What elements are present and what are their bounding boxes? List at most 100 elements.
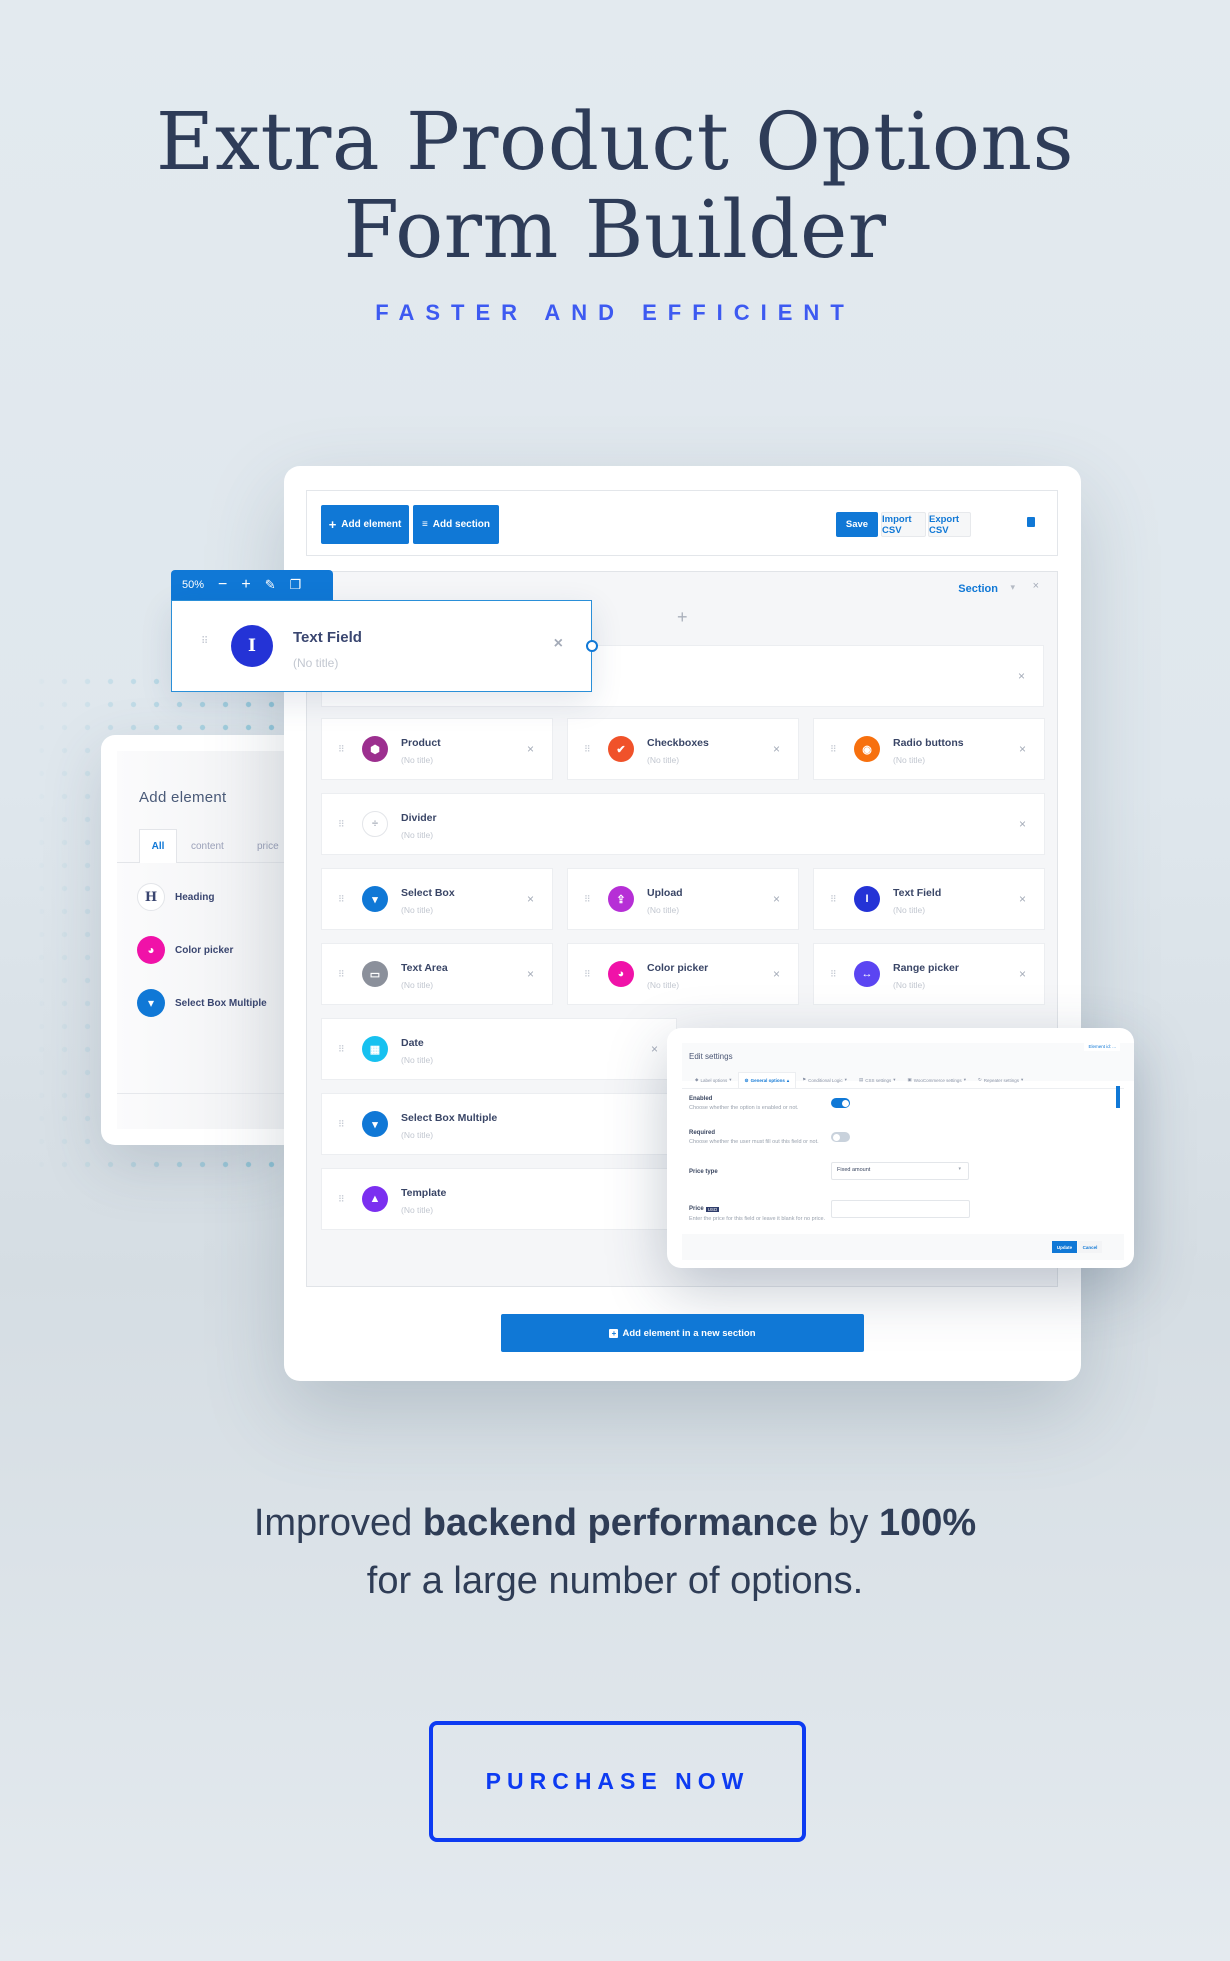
scrollbar-thumb[interactable] — [1116, 1086, 1120, 1108]
panel-footer-divider — [117, 1093, 285, 1094]
hero-subtitle: FASTER AND EFFICIENT — [375, 300, 855, 325]
add-item-color-picker[interactable]: ◕ Color picker — [137, 936, 233, 964]
cancel-button[interactable]: Cancel — [1078, 1241, 1102, 1253]
drag-handle-icon[interactable]: ⠿ — [338, 1195, 346, 1204]
edit-tab[interactable]: ↻ Repeater settings ▾ — [972, 1072, 1029, 1088]
drag-handle-icon[interactable]: ⠿ — [584, 745, 592, 754]
element-card[interactable]: ⠿ ↔ Range picker (No title) × — [813, 943, 1045, 1005]
close-icon[interactable]: × — [1018, 669, 1025, 683]
element-subtitle: (No title) — [893, 755, 926, 765]
tab-label: General options — [750, 1078, 785, 1083]
close-icon[interactable]: × — [773, 892, 780, 906]
save-button[interactable]: Save — [836, 512, 878, 537]
chevron-down-icon: ▾ — [958, 1166, 961, 1172]
drag-handle-icon[interactable]: ⠿ — [338, 1120, 346, 1129]
edit-tab[interactable]: ⚙ General options ▴ — [737, 1072, 797, 1088]
edit-icon[interactable]: ✎ — [265, 577, 276, 593]
resize-handle[interactable] — [586, 640, 598, 652]
drag-handle-icon[interactable]: ⠿ — [338, 1045, 346, 1054]
add-column-plus-icon[interactable]: + — [677, 607, 688, 628]
element-subtitle: (No title) — [647, 980, 680, 990]
element-card[interactable]: ⠿ ✔ Checkboxes (No title) × — [567, 718, 799, 780]
element-subtitle: (No title) — [893, 905, 926, 915]
add-item-select-box-multiple[interactable]: ▾ Select Box Multiple — [137, 989, 267, 1017]
section-label[interactable]: Section — [958, 583, 998, 595]
drag-handle-icon[interactable]: ⠿ — [584, 970, 592, 979]
drag-handle-icon[interactable]: ⠿ — [584, 895, 592, 904]
floating-card-title: Text Field — [293, 629, 362, 646]
drag-handle-icon[interactable]: ⠿ — [830, 745, 838, 754]
tab-label: Conditional Logic — [808, 1077, 843, 1083]
tab-price[interactable]: price — [257, 841, 279, 852]
close-icon[interactable]: × — [1019, 967, 1026, 981]
element-card[interactable]: ⠿ ⬢ Product (No title) × — [321, 718, 553, 780]
edit-tab[interactable]: ▣ WooCommerce settings ▾ — [901, 1072, 971, 1088]
edit-tab[interactable]: ▤ CSS settings ▾ — [853, 1072, 902, 1088]
close-icon[interactable]: × — [527, 742, 534, 756]
add-item-heading[interactable]: H Heading — [137, 883, 214, 911]
element-card[interactable]: ⠿ ▾ Select Box (No title) × — [321, 868, 553, 930]
close-icon[interactable]: × — [527, 892, 534, 906]
drag-handle-icon[interactable]: ⠿ — [830, 895, 838, 904]
edit-tab[interactable]: ◆ Label options ▾ — [689, 1072, 738, 1088]
element-id: Element id: ... — [1084, 1042, 1120, 1051]
close-icon[interactable]: × — [773, 742, 780, 756]
element-card[interactable]: ⠿ ◕ Color picker (No title) × — [567, 943, 799, 1005]
collapse-icon[interactable] — [1027, 517, 1035, 527]
update-button[interactable]: Update — [1052, 1241, 1077, 1253]
export-csv-button[interactable]: Export CSV — [928, 512, 971, 537]
required-toggle[interactable] — [831, 1132, 850, 1142]
element-card[interactable]: ⠿ I Text Field (No title) × — [813, 868, 1045, 930]
close-icon[interactable]: × — [1019, 817, 1026, 831]
drag-handle-icon[interactable]: ⠿ — [201, 637, 209, 647]
close-icon[interactable]: × — [554, 635, 563, 653]
perf-text: Improved — [253, 1502, 423, 1544]
section-close-icon[interactable]: × — [1033, 580, 1039, 592]
drag-handle-icon[interactable]: ⠿ — [338, 745, 346, 754]
element-card[interactable]: ⠿ ▭ Text Area (No title) × — [321, 943, 553, 1005]
chevron-icon: ▾ — [844, 1077, 847, 1082]
zoom-in-icon[interactable]: + — [241, 576, 250, 594]
tab-all[interactable]: All — [139, 829, 177, 863]
close-icon[interactable]: × — [651, 1042, 658, 1056]
performance-line2: for a large number of options. — [366, 1560, 864, 1602]
tab-icon: ▣ — [907, 1077, 912, 1082]
copy-icon[interactable]: ❐ — [290, 577, 302, 593]
element-type-icon: ▦ — [362, 1036, 388, 1062]
close-icon[interactable]: × — [527, 967, 534, 981]
tab-icon: ⚑ — [802, 1077, 807, 1082]
drag-handle-icon[interactable]: ⠿ — [830, 970, 838, 979]
element-type-icon: ⇪ — [608, 886, 634, 912]
floating-card-toolbar: 50% − + ✎ ❐ — [171, 570, 333, 600]
floating-text-field-card[interactable]: ⠿ I Text Field (No title) × — [171, 600, 592, 692]
edit-tab[interactable]: ⚑ Conditional Logic ▾ — [796, 1072, 853, 1088]
drag-handle-icon[interactable]: ⠿ — [338, 970, 346, 979]
element-card[interactable]: ⠿ ▦ Date (No title) × — [321, 1018, 677, 1080]
drag-handle-icon[interactable]: ⠿ — [338, 820, 346, 829]
close-icon[interactable]: × — [773, 967, 780, 981]
add-element-button[interactable]: + Add element — [321, 505, 409, 544]
purchase-now-button[interactable]: PURCHASE NOW — [429, 1721, 806, 1842]
tab-label: CSS settings — [865, 1077, 892, 1083]
price-type-select[interactable]: Fixed amount ▾ — [831, 1162, 969, 1180]
drag-handle-icon[interactable]: ⠿ — [338, 895, 346, 904]
element-card[interactable]: ⠿ ⇪ Upload (No title) × — [567, 868, 799, 930]
enabled-toggle[interactable] — [831, 1098, 850, 1108]
import-csv-button[interactable]: Import CSV — [881, 512, 926, 537]
element-card[interactable]: ⠿ ◉ Radio buttons (No title) × — [813, 718, 1045, 780]
add-element-new-section-button[interactable]: + Add element in a new section — [501, 1314, 864, 1352]
element-title: Text Area — [401, 962, 448, 974]
tab-icon: ↻ — [977, 1077, 982, 1082]
section-caret-icon[interactable]: ▾ — [1010, 582, 1015, 593]
zoom-out-icon[interactable]: − — [218, 576, 227, 594]
tab-content[interactable]: content — [191, 841, 224, 852]
close-icon[interactable]: × — [1019, 742, 1026, 756]
close-icon[interactable]: × — [1019, 892, 1026, 906]
element-card[interactable]: ⠿ ÷ Divider (No title) × — [321, 793, 1045, 855]
add-section-button[interactable]: ≡ Add section — [413, 505, 499, 544]
chevron-icon: ▾ — [729, 1077, 732, 1082]
scrollbar-track[interactable] — [1116, 1086, 1120, 1236]
price-input[interactable] — [831, 1200, 970, 1218]
tab-label: Repeater settings — [983, 1077, 1020, 1083]
element-title: Date — [401, 1037, 424, 1049]
